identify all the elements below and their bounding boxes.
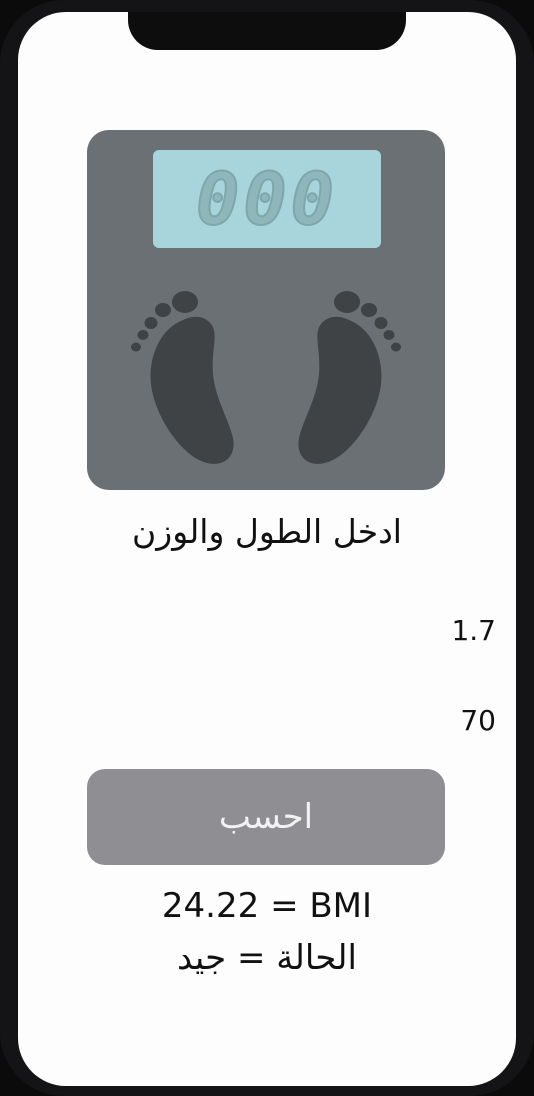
footprints-icon (131, 291, 401, 464)
height-input[interactable] (48, 605, 498, 657)
instruction-label: ادخل الطول والوزن (132, 512, 402, 551)
device-frame: 000 ادخل الطول والوزن 1.7 70 احسب 24.22 … (0, 0, 534, 1096)
status-result-label: الحالة = جيد (177, 938, 357, 978)
app-screen: 000 ادخل الطول والوزن 1.7 70 احسب 24.22 … (18, 12, 516, 1086)
calculate-button[interactable]: احسب (87, 769, 445, 865)
device-notch (128, 12, 406, 50)
scale-image: 000 (87, 130, 445, 490)
left-footprint-icon (131, 291, 234, 464)
weight-input[interactable] (48, 695, 498, 747)
bmi-result-label: 24.22 = BMI (161, 886, 373, 926)
right-footprint-icon (298, 291, 401, 464)
